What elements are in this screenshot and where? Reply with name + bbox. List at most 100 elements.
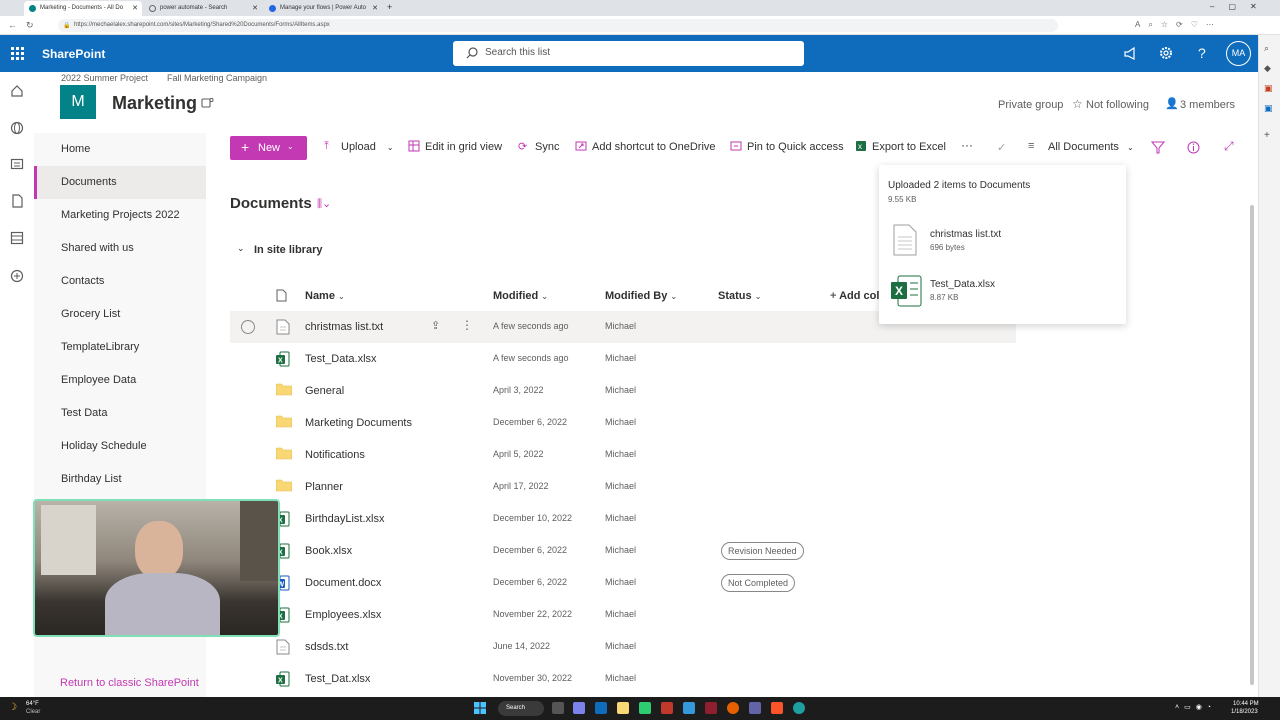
browser-tab[interactable]: Manage your flows | Power Auto ✕ — [264, 1, 382, 16]
pin-button[interactable]: Pin to Quick access — [730, 141, 844, 153]
column-header-modified-by[interactable]: Modified By ⌄ — [605, 290, 677, 302]
expand-icon[interactable]: ⤢ — [1224, 139, 1234, 154]
sidebar-add-icon[interactable]: + — [1264, 130, 1270, 141]
app-red-icon[interactable] — [661, 702, 673, 714]
taskbar-search[interactable]: Search — [498, 701, 544, 716]
help-icon[interactable]: ? — [1198, 45, 1206, 61]
refresh-icon[interactable]: ↻ — [26, 20, 34, 31]
status-badge[interactable]: Not Completed — [721, 574, 796, 592]
file-name-link[interactable]: Test_Dat.xlsx — [305, 673, 370, 685]
view-selector[interactable]: ≡ All Documents ⌄ — [1028, 140, 1134, 153]
address-bar[interactable]: 🔒 https://mechaelalex.sharepoint.com/sit… — [58, 19, 1058, 32]
system-tray-icons[interactable]: ˄▭◉◔ — [1175, 703, 1216, 711]
modified-by[interactable]: Michael — [605, 577, 636, 587]
brave-icon[interactable] — [771, 702, 783, 714]
nav-item-documents[interactable]: Documents — [61, 176, 117, 188]
file-name-link[interactable]: Planner — [305, 481, 343, 493]
breadcrumb-link[interactable]: Fall Marketing Campaign — [167, 73, 267, 83]
clock-date[interactable]: 1/18/2023 — [1231, 709, 1258, 715]
close-tab-icon[interactable]: ✕ — [252, 4, 258, 12]
view-options-icon[interactable]: ⫼⌄ — [317, 197, 331, 211]
megaphone-icon[interactable] — [1124, 47, 1138, 60]
add-column-button[interactable]: + Add col — [830, 290, 879, 302]
file-name-link[interactable]: Test_Data.xlsx — [305, 353, 377, 365]
file-icon[interactable] — [10, 194, 24, 208]
column-header-status[interactable]: Status ⌄ — [718, 290, 761, 302]
window-controls[interactable]: –▢✕ — [1210, 2, 1271, 11]
modified-by[interactable]: Michael — [605, 449, 636, 459]
close-tab-icon[interactable]: ✕ — [372, 4, 378, 12]
outlook-icon[interactable] — [595, 702, 607, 714]
teams-taskbar-icon[interactable] — [749, 702, 761, 714]
sidebar-outlook-icon[interactable]: ▣ — [1264, 103, 1273, 114]
file-name-link[interactable]: christmas list.txt — [305, 321, 383, 333]
new-tab-icon[interactable]: + — [387, 2, 392, 12]
filter-icon[interactable] — [1151, 141, 1165, 154]
news-icon[interactable] — [10, 157, 24, 171]
modified-by[interactable]: Michael — [605, 641, 636, 651]
sidebar-office-icon[interactable]: ▣ — [1264, 83, 1273, 94]
nav-item-home[interactable]: Home — [61, 143, 90, 155]
table-row[interactable]: sdsds.txt June 14, 2022 Michael — [230, 631, 1016, 663]
file-name-link[interactable]: sdsds.txt — [305, 641, 348, 653]
browser-toolbar-icons[interactable]: A⌕☆⟳♡⋯ — [1135, 20, 1222, 30]
task-view-icon[interactable] — [552, 702, 564, 714]
home-icon[interactable] — [10, 84, 24, 98]
modified-by[interactable]: Michael — [605, 321, 636, 331]
share-icon[interactable]: ⇪ — [431, 319, 440, 332]
browser-tab-active[interactable]: Marketing - Documents - All Do ✕ — [24, 1, 142, 16]
nav-item-birthday[interactable]: Birthday List — [61, 473, 122, 485]
chat-icon[interactable] — [573, 702, 585, 714]
nav-item-holiday[interactable]: Holiday Schedule — [61, 440, 147, 452]
firefox-icon[interactable] — [727, 702, 739, 714]
vertical-scrollbar[interactable] — [1250, 205, 1254, 685]
list-icon[interactable] — [10, 231, 24, 245]
row-select-checkbox[interactable] — [241, 320, 255, 334]
add-shortcut-button[interactable]: Add shortcut to OneDrive — [575, 141, 716, 153]
globe-icon[interactable] — [10, 121, 24, 135]
uploaded-file-item[interactable]: X Test_Data.xlsx 8.87 KB — [890, 275, 1110, 311]
table-row[interactable]: X Test_Data.xlsx A few seconds ago Michael — [230, 343, 1016, 375]
nav-item-shared[interactable]: Shared with us — [61, 242, 134, 254]
follow-button[interactable]: Not following — [1086, 99, 1149, 111]
table-row[interactable]: X Employees.xlsx November 22, 2022 Michael — [230, 599, 1016, 631]
more-actions-icon[interactable]: ⋮ — [461, 318, 473, 332]
table-row[interactable]: X Book.xlsx December 6, 2022 Michael Revisio… — [230, 535, 1016, 567]
app-name[interactable]: SharePoint — [42, 47, 105, 61]
modified-by[interactable]: Michael — [605, 513, 636, 523]
app-blue-icon[interactable] — [683, 702, 695, 714]
create-icon[interactable] — [10, 269, 24, 283]
table-row[interactable]: X BirthdayList.xlsx December 10, 2022 Micha… — [230, 503, 1016, 535]
edit-grid-button[interactable]: Edit in grid view — [408, 140, 502, 153]
star-icon[interactable]: ☆ — [1072, 97, 1083, 111]
app-dark-icon[interactable] — [705, 702, 717, 714]
uploaded-file-item[interactable]: christmas list.txt 696 bytes — [893, 223, 1113, 259]
modified-by[interactable]: Michael — [605, 385, 636, 395]
upload-button[interactable]: ⤒ Upload ⌄ — [324, 140, 394, 153]
status-badge[interactable]: Revision Needed — [721, 542, 804, 560]
nav-item-employee-data[interactable]: Employee Data — [61, 374, 136, 386]
sidebar-tools-icon[interactable]: ◆ — [1264, 63, 1271, 74]
edge-icon[interactable] — [793, 702, 805, 714]
collapse-chevron-icon[interactable]: ⌄ — [237, 243, 245, 254]
export-excel-button[interactable]: x Export to Excel — [856, 141, 946, 153]
modified-by[interactable]: Michael — [605, 481, 636, 491]
nav-item-test-data[interactable]: Test Data — [61, 407, 107, 419]
close-tab-icon[interactable]: ✕ — [132, 4, 138, 12]
table-row[interactable]: X Test_Dat.xlsx November 30, 2022 Michael — [230, 663, 1016, 695]
store-icon[interactable] — [639, 702, 651, 714]
column-header-name[interactable]: Name ⌄ — [305, 290, 345, 302]
file-name-link[interactable]: Book.xlsx — [305, 545, 352, 557]
modified-by[interactable]: Michael — [605, 545, 636, 555]
breadcrumb-link[interactable]: 2022 Summer Project — [61, 73, 148, 83]
clock-time[interactable]: 10:44 PM — [1233, 701, 1259, 707]
nav-item-templatelibrary[interactable]: TemplateLibrary — [61, 341, 139, 353]
modified-by[interactable]: Michael — [605, 417, 636, 427]
windows-start-icon[interactable] — [474, 702, 486, 714]
file-name-link[interactable]: BirthdayList.xlsx — [305, 513, 384, 525]
members-button[interactable]: 3 members — [1180, 99, 1235, 111]
checkmark-icon[interactable]: ✓ — [997, 141, 1006, 154]
search-input[interactable]: Search this list — [453, 41, 804, 66]
app-launcher-icon[interactable] — [11, 47, 24, 60]
table-row[interactable]: Notifications April 5, 2022 Michael — [230, 439, 1016, 471]
